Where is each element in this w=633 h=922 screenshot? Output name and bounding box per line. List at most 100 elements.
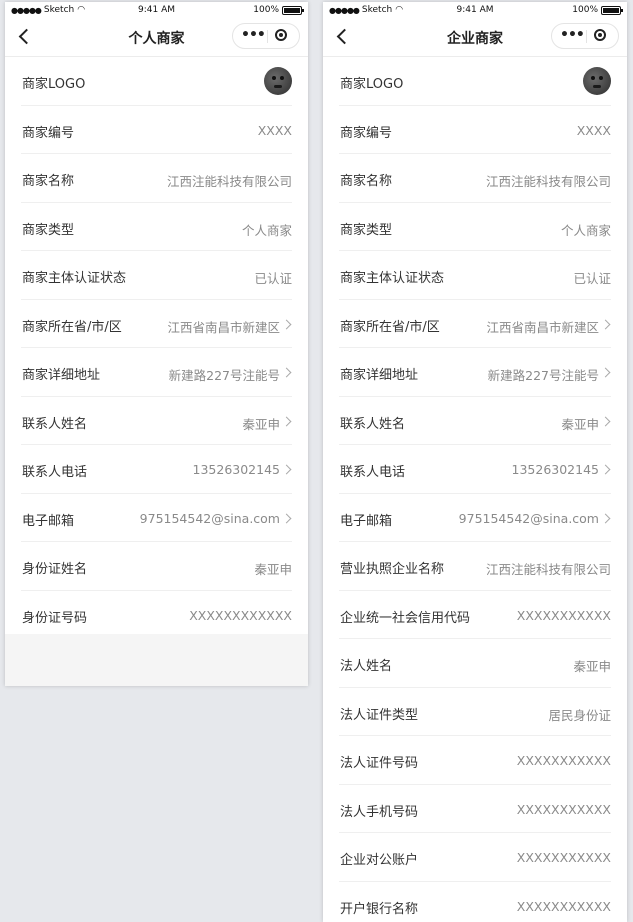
list-item[interactable]: 商家详细地址新建路227号注能号 bbox=[21, 348, 292, 397]
item-value: XXXXXXXXXXX bbox=[517, 608, 611, 623]
list-item[interactable]: 商家所在省/市/区 江西省南昌市新建区 bbox=[21, 300, 292, 349]
item-value: XXXXXXXXXXX bbox=[517, 899, 611, 914]
mini-program-capsule: ••• bbox=[551, 23, 619, 49]
item-value: XXXX bbox=[577, 123, 611, 138]
more-icon[interactable]: ••• bbox=[241, 27, 265, 43]
list-item[interactable]: 联系人姓名秦亚申 bbox=[339, 397, 611, 446]
item-value: 975154542@sina.com bbox=[140, 511, 280, 526]
battery-percent: 100% bbox=[253, 5, 279, 15]
list-item: 法人证件号码 XXXXXXXXXXX bbox=[339, 736, 611, 785]
list-item: 身份证姓名秦亚申 bbox=[21, 542, 292, 591]
item-label: 商家详细地址 bbox=[340, 364, 418, 383]
item-label: 商家主体认证状态 bbox=[22, 267, 126, 286]
item-value: XXXXXXXXXXX bbox=[517, 753, 611, 768]
item-label: 电子邮箱 bbox=[22, 510, 74, 529]
item-label: 商家类型 bbox=[340, 219, 392, 238]
item-label: 法人证件类型 bbox=[340, 704, 418, 723]
item-label: 联系人电话 bbox=[22, 461, 87, 480]
list-item[interactable]: 电子邮箱 975154542@sina.com bbox=[339, 494, 611, 543]
chevron-right-icon bbox=[601, 368, 611, 378]
item-label: 企业统一社会信用代码 bbox=[340, 607, 470, 626]
status-bar: ●●●●● Sketch ◠ 9:41 AM 100% bbox=[5, 2, 308, 18]
item-label: 企业对公账户 bbox=[340, 849, 418, 868]
list-item: 商家LOGO bbox=[21, 57, 292, 106]
list-item: 商家名称江西注能科技有限公司 bbox=[21, 154, 292, 203]
item-label: 商家所在省/市/区 bbox=[22, 316, 122, 335]
capsule-divider bbox=[586, 30, 587, 43]
item-value: 个人商家 bbox=[242, 220, 292, 239]
list-item[interactable]: 联系人电话 13526302145 bbox=[21, 445, 292, 494]
list-item: 商家类型个人商家 bbox=[21, 203, 292, 252]
list-item: 开户银行名称 XXXXXXXXXXX bbox=[339, 882, 611, 922]
item-value: 新建路227号注能号 bbox=[169, 365, 280, 384]
list-item[interactable]: 联系人电话 13526302145 bbox=[339, 445, 611, 494]
chevron-right-icon bbox=[282, 416, 292, 426]
item-value: XXXXXXXXXXX bbox=[517, 802, 611, 817]
merchant-info-list: 商家LOGO商家编号XXXX商家名称江西注能科技有限公司商家类型个人商家商家主体… bbox=[323, 57, 627, 922]
battery-icon bbox=[601, 6, 621, 15]
chevron-right-icon bbox=[282, 368, 292, 378]
item-label: 联系人电话 bbox=[340, 461, 405, 480]
list-item: 企业统一社会信用代码 XXXXXXXXXXX bbox=[339, 591, 611, 640]
chevron-right-icon bbox=[601, 416, 611, 426]
page-footer bbox=[5, 634, 308, 686]
item-label: 身份证姓名 bbox=[22, 558, 87, 577]
list-item: 商家类型 个人商家 bbox=[339, 203, 611, 252]
list-item: 营业执照企业名称 江西注能科技有限公司 bbox=[339, 542, 611, 591]
list-item[interactable]: 电子邮箱 975154542@sina.com bbox=[21, 494, 292, 543]
item-value: 已认证 bbox=[573, 268, 611, 287]
list-item: 法人证件类型 居民身份证 bbox=[339, 688, 611, 737]
chevron-right-icon bbox=[601, 465, 611, 475]
item-label: 法人姓名 bbox=[340, 655, 392, 674]
close-circle-icon[interactable] bbox=[275, 29, 287, 41]
item-label: 营业执照企业名称 bbox=[340, 558, 444, 577]
item-value: 已认证 bbox=[254, 268, 292, 287]
chevron-right-icon bbox=[601, 513, 611, 523]
item-label: 商家所在省/市/区 bbox=[340, 316, 440, 335]
merchant-info-list: 商家LOGO商家编号XXXX商家名称江西注能科技有限公司商家类型个人商家商家主体… bbox=[5, 57, 308, 639]
chevron-right-icon bbox=[601, 319, 611, 329]
item-label: 商家名称 bbox=[340, 170, 392, 189]
item-value: 江西注能科技有限公司 bbox=[486, 559, 611, 578]
item-value: XXXXXXXXXXXX bbox=[189, 608, 292, 623]
list-item[interactable]: 商家所在省/市/区 江西省南昌市新建区 bbox=[339, 300, 611, 349]
list-item: 商家编号XXXX bbox=[21, 106, 292, 155]
merchant-logo-avatar[interactable] bbox=[264, 67, 292, 95]
item-value: 13526302145 bbox=[193, 462, 280, 477]
item-value: XXXXXXXXXXX bbox=[517, 850, 611, 865]
chevron-right-icon bbox=[282, 513, 292, 523]
mini-program-capsule: ••• bbox=[232, 23, 300, 49]
item-value: 江西省南昌市新建区 bbox=[167, 317, 280, 336]
item-label: 法人手机号码 bbox=[340, 801, 418, 820]
item-value: 个人商家 bbox=[561, 220, 611, 239]
list-item: 商家主体认证状态 已认证 bbox=[21, 251, 292, 300]
item-value: 江西省南昌市新建区 bbox=[486, 317, 599, 336]
capsule-divider bbox=[267, 30, 268, 43]
item-value: 新建路227号注能号 bbox=[488, 365, 599, 384]
battery-percent: 100% bbox=[572, 5, 598, 15]
personal-merchant-screen: ●●●●● Sketch ◠ 9:41 AM 100% 个人商家 ••• 商家L… bbox=[5, 2, 308, 686]
item-label: 身份证号码 bbox=[22, 607, 87, 626]
more-icon[interactable]: ••• bbox=[560, 27, 584, 43]
item-label: 联系人姓名 bbox=[22, 413, 87, 432]
list-item: 法人手机号码 XXXXXXXXXXX bbox=[339, 785, 611, 834]
close-circle-icon[interactable] bbox=[594, 29, 606, 41]
item-value: 江西注能科技有限公司 bbox=[486, 171, 611, 190]
item-value: 居民身份证 bbox=[548, 705, 611, 724]
enterprise-merchant-screen: ●●●●● Sketch ◠ 9:41 AM 100% 企业商家 ••• 商家L… bbox=[323, 2, 627, 922]
chevron-right-icon bbox=[282, 319, 292, 329]
item-value: 975154542@sina.com bbox=[459, 511, 599, 526]
list-item[interactable]: 联系人姓名秦亚申 bbox=[21, 397, 292, 446]
nav-bar: 个人商家 ••• bbox=[5, 18, 308, 57]
list-item: 企业对公账户 XXXXXXXXXXX bbox=[339, 833, 611, 882]
list-item: 商家编号XXXX bbox=[339, 106, 611, 155]
status-bar: ●●●●● Sketch ◠ 9:41 AM 100% bbox=[323, 2, 627, 18]
item-label: 商家LOGO bbox=[340, 73, 403, 92]
item-label: 开户银行名称 bbox=[340, 898, 418, 917]
item-label: 电子邮箱 bbox=[340, 510, 392, 529]
merchant-logo-avatar[interactable] bbox=[583, 67, 611, 95]
list-item[interactable]: 商家详细地址 新建路227号注能号 bbox=[339, 348, 611, 397]
item-value: 13526302145 bbox=[512, 462, 599, 477]
list-item: 法人姓名秦亚申 bbox=[339, 639, 611, 688]
item-label: 法人证件号码 bbox=[340, 752, 418, 771]
